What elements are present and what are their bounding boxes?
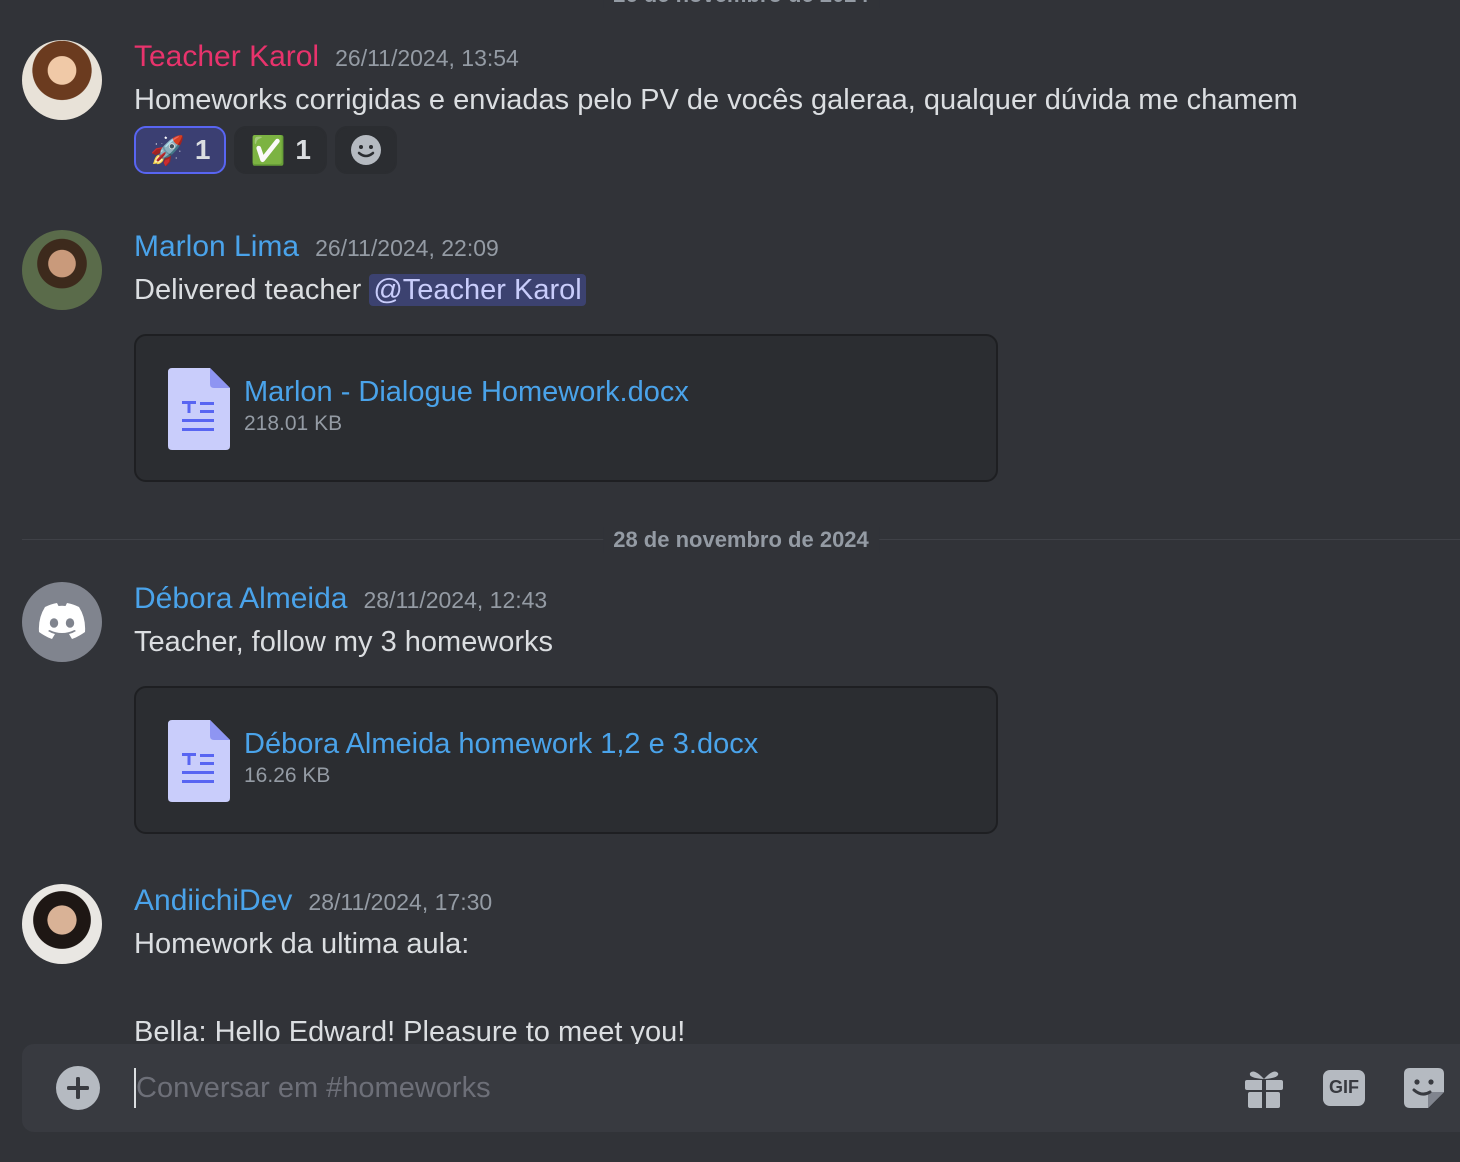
- message-header: AndiichiDev 28/11/2024, 17:30: [134, 884, 492, 924]
- file-name-link[interactable]: Marlon - Dialogue Homework.docx: [244, 376, 689, 409]
- avatar[interactable]: [22, 230, 102, 310]
- timestamp: 26/11/2024, 22:09: [315, 235, 499, 261]
- date-divider-label: 28 de novembro de 2024: [603, 527, 879, 553]
- file-size: 218.01 KB: [244, 412, 343, 435]
- user-mention[interactable]: @Teacher Karol: [369, 274, 586, 306]
- message-composer: GIF: [22, 1044, 1460, 1132]
- reaction-count: 1: [295, 134, 311, 165]
- message-list: 26 de novembro de 2024 Teacher Karol 26/…: [0, 0, 1460, 1044]
- reaction-count: 1: [194, 134, 211, 165]
- date-divider-label: 26 de novembro de 2024: [603, 0, 879, 8]
- reactions-bar: 🚀 1 ✅ 1: [134, 126, 397, 174]
- discord-logo-icon: [38, 603, 86, 639]
- message-header: Débora Almeida 28/11/2024, 12:43: [134, 582, 547, 622]
- file-name-link[interactable]: Débora Almeida homework 1,2 e 3.docx: [244, 728, 758, 761]
- avatar[interactable]: [22, 40, 102, 120]
- avatar[interactable]: [22, 582, 102, 662]
- timestamp: 26/11/2024, 13:54: [335, 45, 519, 71]
- gift-icon: [1245, 1071, 1283, 1108]
- file-attachment: Marlon - Dialogue Homework.docx 218.01 K…: [134, 334, 998, 482]
- author-name[interactable]: Teacher Karol: [134, 40, 319, 74]
- message-header: Marlon Lima 26/11/2024, 22:09: [134, 230, 499, 270]
- date-divider: 28 de novembro de 2024: [22, 527, 1460, 553]
- timestamp: 28/11/2024, 12:43: [363, 587, 548, 613]
- message-text-body: Delivered teacher: [134, 274, 370, 306]
- attach-button[interactable]: [56, 1066, 100, 1110]
- author-name[interactable]: Débora Almeida: [134, 582, 347, 616]
- sticker-button[interactable]: [1402, 1066, 1446, 1110]
- message-header: Teacher Karol 26/11/2024, 13:54: [134, 40, 519, 80]
- check-mark-icon: ✅: [250, 134, 286, 166]
- rocket-icon: 🚀: [150, 134, 185, 166]
- message-text: Homeworks corrigidas e enviadas pelo PV …: [134, 84, 1298, 116]
- plus-circle-icon: [56, 1066, 100, 1110]
- timestamp: 28/11/2024, 17:30: [308, 889, 493, 915]
- document-icon: [168, 368, 230, 450]
- add-reaction-icon: [350, 135, 381, 165]
- sticker-icon: [1404, 1068, 1444, 1108]
- message-input[interactable]: [134, 1068, 1216, 1108]
- avatar[interactable]: [22, 884, 102, 964]
- add-reaction-button[interactable]: [334, 126, 397, 174]
- reaction-rocket[interactable]: 🚀 1: [134, 126, 227, 174]
- gif-label: GIF: [1329, 1077, 1359, 1097]
- message-text: Teacher, follow my 3 homeworks: [134, 626, 554, 658]
- message-text: Homework da ultima aula:: [134, 928, 470, 960]
- file-size: 16.26 KB: [244, 764, 331, 787]
- file-attachment: Débora Almeida homework 1,2 e 3.docx 16.…: [134, 686, 998, 834]
- reaction-check-mark[interactable]: ✅ 1: [234, 126, 327, 174]
- document-icon: [168, 720, 230, 802]
- message-text: Delivered teacher @Teacher Karol: [134, 274, 586, 307]
- gift-button[interactable]: [1242, 1066, 1286, 1110]
- author-name[interactable]: Marlon Lima: [134, 230, 299, 264]
- gif-button[interactable]: GIF: [1322, 1066, 1366, 1110]
- message-text-line: Bella: Hello Edward! Pleasure to meet yo…: [134, 1016, 686, 1044]
- author-name[interactable]: AndiichiDev: [134, 884, 292, 918]
